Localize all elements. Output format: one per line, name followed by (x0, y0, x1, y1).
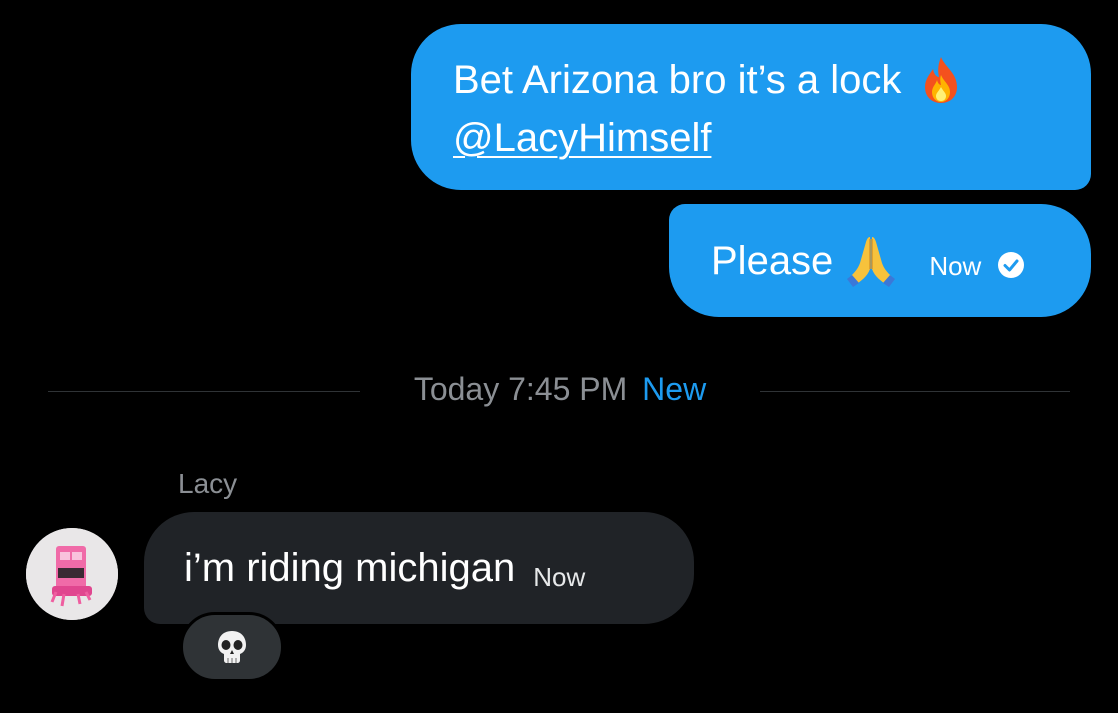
folded-hands-icon (847, 236, 896, 287)
check-circle-icon (998, 251, 1025, 278)
sender-name: Lacy (178, 468, 238, 499)
outgoing-message-bubble[interactable]: Please Now (669, 204, 1091, 317)
message-text: Bet Arizona bro it’s a lock (453, 58, 902, 102)
outgoing-message-bubble[interactable]: Bet Arizona bro it’s a lock @LacyHimself (411, 24, 1091, 190)
mention-line: @LacyHimself (453, 109, 1061, 167)
reaction-badge[interactable] (180, 612, 284, 682)
new-label: New (642, 371, 707, 407)
message-timestamp: Now (929, 250, 982, 281)
message-text: i’m riding michigan (184, 545, 516, 590)
incoming-message-bubble[interactable]: i’m riding michigan Now (144, 512, 694, 624)
dm-thread: Bet Arizona bro it’s a lock @LacyHimself… (0, 0, 1118, 713)
message-text: Please (711, 238, 834, 283)
date-separator: Today 7:45 PM New (360, 371, 760, 408)
avatar[interactable] (26, 528, 118, 620)
separator-line (48, 391, 360, 392)
avatar-image (26, 528, 118, 620)
skull-icon (218, 631, 246, 663)
message-line: Bet Arizona bro it’s a lock (453, 51, 1061, 109)
mention-link[interactable]: @LacyHimself (453, 116, 711, 160)
fire-icon (925, 57, 958, 103)
message-timestamp: Now (533, 561, 586, 592)
separator-line (760, 391, 1070, 392)
date-text: Today 7:45 PM (413, 371, 628, 407)
